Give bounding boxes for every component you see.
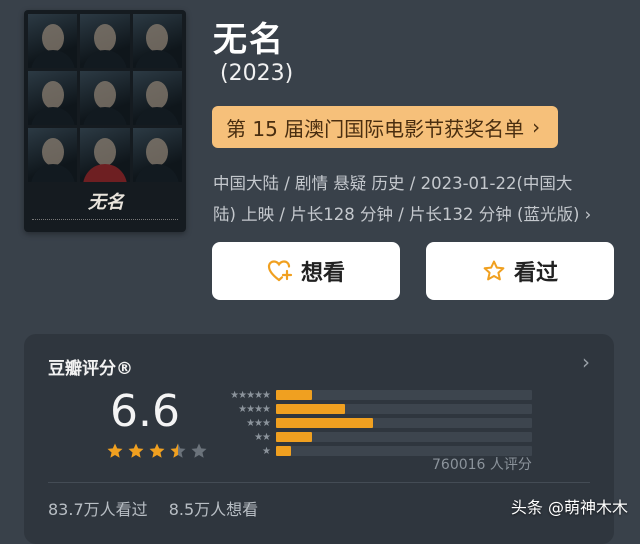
- rating-header: 豆瓣评分®: [48, 359, 133, 379]
- poster-portrait: [28, 71, 78, 125]
- poster-portrait: [80, 128, 130, 182]
- star-icon: [128, 443, 144, 458]
- rating-distribution-fill: [276, 404, 346, 414]
- movie-meta[interactable]: 中国大陆 / 剧情 悬疑 历史 / 2023-01-22(中国大 陆) 上映 /…: [213, 168, 623, 230]
- rating-distribution-bar: [276, 418, 532, 428]
- movie-poster[interactable]: 无名: [24, 10, 186, 232]
- poster-logo: 无名: [88, 192, 124, 213]
- rating-stars: [106, 442, 208, 460]
- want-to-watch-label: 想看: [300, 261, 345, 286]
- rating-distribution-label: ★★★★: [238, 403, 271, 415]
- rating-distribution-label: ★★: [254, 431, 271, 443]
- star-icon: [107, 443, 123, 458]
- divider: [48, 482, 590, 483]
- poster-credits: [32, 219, 178, 226]
- poster-portrait: [80, 71, 130, 125]
- rating-distribution-fill: [276, 390, 312, 400]
- poster-portrait: [132, 71, 182, 125]
- star-icon: [149, 443, 165, 458]
- rating-distribution-bar: [276, 404, 532, 414]
- star-icon: [170, 443, 186, 458]
- audience-counts: 83.7万人看过 8.5万人想看: [48, 496, 274, 520]
- poster-cast-grid: [28, 14, 182, 182]
- movie-meta-line1: 中国大陆 / 剧情 悬疑 历史 / 2023-01-22(中国大: [213, 174, 573, 193]
- award-banner[interactable]: 第 15 届澳门国际电影节获奖名单 ›: [212, 106, 558, 148]
- rating-distribution-row: ★★★★★: [210, 388, 532, 402]
- heart-plus-icon: [267, 260, 293, 282]
- movie-year: (2023): [220, 61, 294, 86]
- movie-title: 无名: [213, 20, 285, 60]
- chevron-right-icon: ›: [584, 205, 592, 224]
- rating-distribution-bar: [276, 390, 532, 400]
- rating-distribution-fill: [276, 446, 292, 456]
- rating-distribution-row: ★★★★: [210, 402, 532, 416]
- rating-distribution-fill: [276, 418, 374, 428]
- chevron-right-icon: ›: [532, 115, 541, 139]
- star-icon: [191, 443, 207, 458]
- poster-portrait: [80, 14, 130, 68]
- rating-score: 6.6: [110, 386, 180, 437]
- watched-label: 看过: [513, 261, 558, 286]
- star-outline-icon: [483, 260, 505, 281]
- want-count: 8.5万人想看: [168, 500, 259, 519]
- movie-meta-line2: 陆) 上映 / 片长128 分钟 / 片长132 分钟 (蓝光版): [213, 205, 580, 224]
- rating-distribution-row: ★★★: [210, 416, 532, 430]
- poster-portrait: [28, 128, 78, 182]
- seen-count: 83.7万人看过: [48, 500, 148, 519]
- rating-distribution-label: ★★★: [246, 417, 271, 429]
- poster-portrait: [132, 14, 182, 68]
- rating-distribution: ★★★★★ ★★★★ ★★★ ★★ ★: [210, 388, 532, 458]
- poster-portrait: [132, 128, 182, 182]
- rating-votes: 760016 人评分: [432, 457, 532, 473]
- want-to-watch-button[interactable]: 想看: [212, 242, 400, 300]
- rating-distribution-label: ★★★★★: [230, 389, 271, 401]
- rating-distribution-label: ★: [262, 445, 271, 457]
- award-banner-label: 第 15 届澳门国际电影节获奖名单: [226, 116, 525, 141]
- rating-distribution-fill: [276, 432, 312, 442]
- watermark: 头条 @萌神木木: [510, 498, 628, 517]
- poster-portrait: [28, 14, 78, 68]
- rating-distribution-row: ★★: [210, 430, 532, 444]
- rating-distribution-bar: [276, 432, 532, 442]
- watched-button[interactable]: 看过: [426, 242, 614, 300]
- chevron-right-icon[interactable]: ›: [582, 350, 590, 374]
